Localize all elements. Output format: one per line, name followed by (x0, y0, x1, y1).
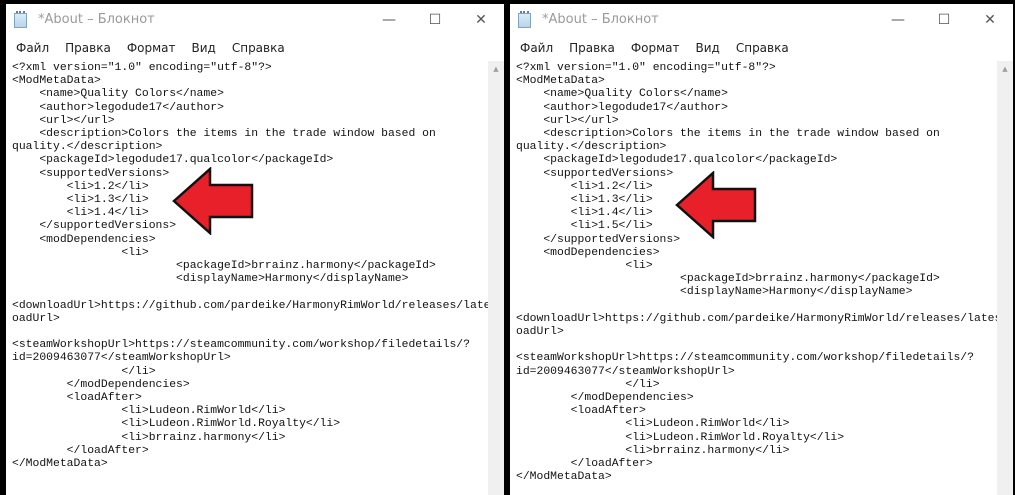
menu-format[interactable]: Формат (119, 39, 184, 59)
menu-help[interactable]: Справка (728, 39, 797, 59)
menu-edit[interactable]: Правка (57, 39, 119, 59)
minimize-button[interactable]: — (366, 4, 412, 36)
window-title: *About – Блокнот (38, 12, 155, 27)
text-editor[interactable]: <?xml version="1.0" encoding="utf-8"?> <… (6, 61, 504, 495)
close-button[interactable]: ✕ (967, 4, 1013, 36)
menu-file[interactable]: Файл (6, 39, 57, 59)
arrow-shape (172, 167, 254, 235)
notepad-icon (518, 11, 531, 28)
vertical-scrollbar[interactable]: ▲ (997, 61, 1013, 495)
notepad-window-right: *About – Блокнот — ☐ ✕ Файл Правка Форма… (510, 4, 1013, 495)
menu-edit[interactable]: Правка (561, 39, 623, 59)
title-bar[interactable]: *About – Блокнот — ☐ ✕ (510, 4, 1013, 36)
title-bar[interactable]: *About – Блокнот — ☐ ✕ (6, 4, 504, 36)
menu-bar: Файл Правка Формат Вид Справка (510, 39, 1013, 59)
arrow-shape (675, 171, 757, 239)
scroll-up-icon[interactable]: ▲ (997, 61, 1013, 77)
menu-file[interactable]: Файл (510, 39, 561, 59)
menu-view[interactable]: Вид (184, 39, 224, 59)
scroll-up-icon[interactable]: ▲ (488, 61, 504, 77)
menu-format[interactable]: Формат (623, 39, 688, 59)
menu-help[interactable]: Справка (224, 39, 293, 59)
maximize-button[interactable]: ☐ (921, 4, 967, 36)
menu-bar: Файл Правка Формат Вид Справка (6, 39, 504, 59)
red-arrow-left-icon (172, 167, 254, 235)
red-arrow-right-icon (675, 171, 757, 239)
vertical-scrollbar[interactable]: ▲ (488, 61, 504, 495)
window-title: *About – Блокнот (542, 12, 659, 27)
maximize-button[interactable]: ☐ (412, 4, 458, 36)
notepad-icon (14, 11, 27, 28)
text-editor[interactable]: <?xml version="1.0" encoding="utf-8"?> <… (510, 61, 1013, 495)
menu-view[interactable]: Вид (688, 39, 728, 59)
notepad-window-left: *About – Блокнот — ☐ ✕ Файл Правка Форма… (6, 4, 504, 495)
close-button[interactable]: ✕ (458, 4, 504, 36)
editor-content: <?xml version="1.0" encoding="utf-8"?> <… (516, 62, 1013, 484)
minimize-button[interactable]: — (875, 4, 921, 36)
editor-content: <?xml version="1.0" encoding="utf-8"?> <… (12, 62, 504, 471)
